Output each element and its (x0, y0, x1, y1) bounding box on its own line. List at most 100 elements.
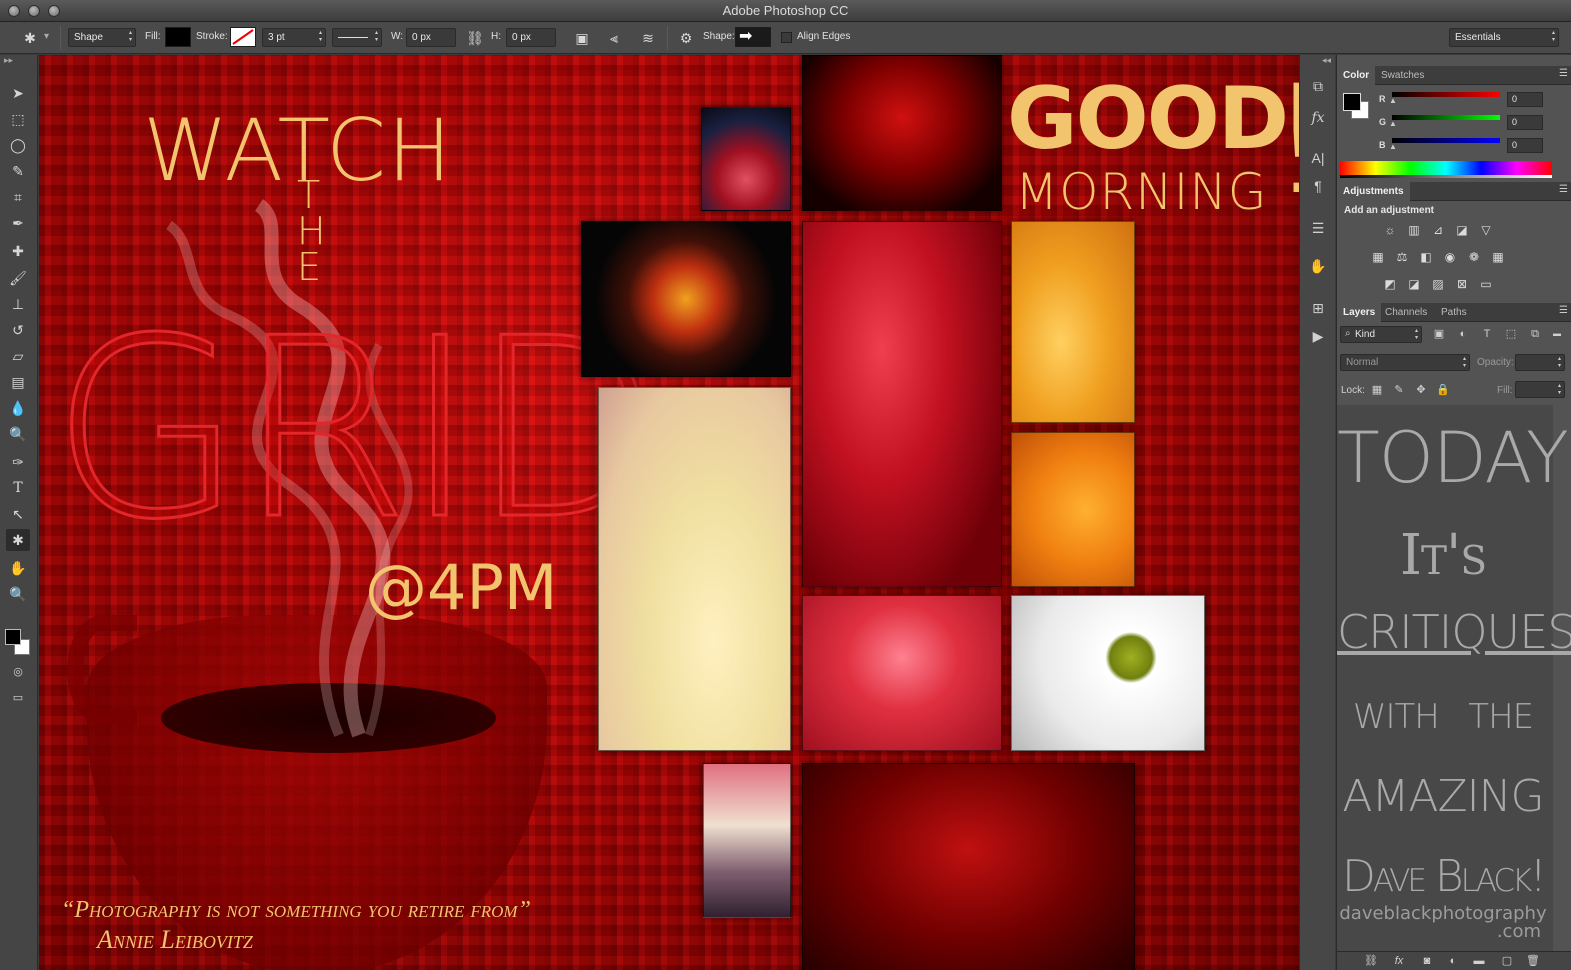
dodge-tool-icon[interactable]: 🔍 (6, 423, 30, 445)
green-value-field[interactable]: 0 (1507, 115, 1543, 130)
styles-fx-icon[interactable]: fx (1307, 107, 1329, 129)
tool-mode-select[interactable]: Shape (68, 28, 136, 47)
filter-adjustment-icon[interactable]: ◐ (1455, 326, 1471, 342)
tab-swatches[interactable]: Swatches (1375, 66, 1430, 85)
tab-adjustments[interactable]: Adjustments (1337, 182, 1410, 201)
opacity-field[interactable] (1515, 354, 1565, 371)
blue-value-field[interactable]: 0 (1507, 138, 1543, 153)
layers-menu-icon[interactable]: ☰ (1559, 305, 1568, 316)
filter-smart-object-icon[interactable]: ⧉ (1527, 326, 1543, 342)
healing-brush-tool-icon[interactable]: ✚ (6, 240, 30, 262)
red-slider-thumb[interactable]: ▲ (1389, 96, 1397, 105)
preset-dropdown-arrow-icon[interactable]: ▾ (44, 28, 49, 47)
link-layers-icon[interactable]: ⛓ (1363, 953, 1379, 969)
zoom-tool-icon[interactable]: 🔍 (6, 583, 30, 605)
photo-white-daisy[interactable] (1011, 595, 1205, 751)
posterize-icon[interactable]: ◪ (1405, 275, 1423, 293)
stroke-swatch[interactable] (230, 27, 256, 47)
properties-panel-icon[interactable]: ☰ (1307, 217, 1329, 239)
color-foreground-swatch[interactable] (1343, 93, 1361, 111)
stroke-type-select[interactable] (332, 28, 382, 47)
selective-color-icon[interactable]: ⊠ (1453, 275, 1471, 293)
marquee-tool-icon[interactable]: ⬚ (6, 108, 30, 130)
width-field[interactable]: 0 px (406, 28, 456, 47)
photo-macro-stamen[interactable] (701, 107, 791, 211)
add-mask-icon[interactable]: ◙ (1419, 953, 1435, 969)
photo-orange-flower[interactable] (1011, 432, 1135, 587)
hand-tool-icon[interactable]: ✋ (6, 557, 30, 579)
adjustments-menu-icon[interactable]: ☰ (1559, 184, 1568, 195)
eraser-tool-icon[interactable]: ▱ (6, 345, 30, 367)
history-panel-icon[interactable]: ⊞ (1307, 297, 1329, 319)
gear-icon[interactable]: ⚙ (676, 28, 696, 48)
type-tool-icon[interactable]: T (6, 477, 30, 499)
clone-stamp-tool-icon[interactable]: ⊥ (6, 293, 30, 315)
actions-play-icon[interactable]: ▶ (1307, 325, 1329, 347)
path-alignment-icon[interactable]: ⫷ (604, 28, 624, 48)
blur-tool-icon[interactable]: 💧 (6, 397, 30, 419)
paragraph-panel-icon[interactable]: ¶ (1307, 175, 1329, 197)
photo-spiky-red-flower[interactable] (802, 763, 1135, 970)
color-balance-icon[interactable]: ⚖ (1393, 248, 1411, 266)
tab-layers[interactable]: Layers (1337, 303, 1382, 322)
tab-color[interactable]: Color (1337, 66, 1376, 85)
path-arrangement-icon[interactable]: ≋ (638, 28, 658, 48)
fill-field[interactable] (1515, 381, 1565, 398)
vibrance-icon[interactable]: ▽ (1477, 221, 1495, 239)
character-panel-icon[interactable]: A| (1307, 147, 1329, 169)
lasso-tool-icon[interactable]: ◯ (6, 134, 30, 156)
lock-transparent-icon[interactable]: ▦ (1369, 382, 1385, 398)
photo-filter-icon[interactable]: ◉ (1441, 248, 1459, 266)
channel-mixer-icon[interactable]: ❁ (1465, 248, 1483, 266)
shape-picker[interactable]: ➡ (735, 27, 771, 47)
new-adjustment-layer-icon[interactable]: ◐ (1445, 953, 1461, 969)
blue-slider-thumb[interactable]: ▲ (1389, 142, 1397, 151)
brush-tool-icon[interactable]: 🖌 (6, 267, 30, 289)
screen-mode-icon[interactable]: ▭ (6, 687, 30, 709)
photo-lily-closeup[interactable] (598, 387, 791, 751)
lock-position-icon[interactable]: ✥ (1413, 382, 1429, 398)
custom-shape-tool-icon[interactable]: ✱ (6, 529, 30, 551)
eyedropper-tool-icon[interactable]: ✒ (6, 212, 30, 234)
history-brush-tool-icon[interactable]: ↺ (6, 319, 30, 341)
blend-mode-select[interactable]: Normal (1340, 354, 1470, 371)
tool-presets-icon[interactable]: ✋ (1307, 255, 1329, 277)
move-tool-icon[interactable]: ➤ (6, 82, 30, 104)
filter-pixel-icon[interactable]: ▣ (1431, 326, 1447, 342)
quick-mask-icon[interactable]: ◎ (6, 661, 30, 683)
path-selection-tool-icon[interactable]: ↖ (6, 503, 30, 525)
black-white-icon[interactable]: ◧ (1417, 248, 1435, 266)
panel-menu-icon[interactable]: ☰ (1559, 68, 1568, 79)
new-layer-icon[interactable]: ▢ (1499, 953, 1515, 969)
curves-icon[interactable]: ⊿ (1429, 221, 1447, 239)
height-field[interactable]: 0 px (506, 28, 556, 47)
delete-layer-icon[interactable]: 🗑 (1525, 953, 1541, 969)
photo-pink-hibiscus[interactable] (802, 595, 1002, 751)
filter-toggle-icon[interactable]: ▬ (1549, 326, 1565, 342)
photo-red-hibiscus[interactable] (802, 221, 1002, 587)
tab-paths[interactable]: Paths (1435, 303, 1473, 322)
tab-channels[interactable]: Channels (1379, 303, 1433, 322)
fill-swatch[interactable] (165, 27, 191, 47)
link-icon[interactable]: ⛓ (465, 28, 485, 48)
green-slider-thumb[interactable]: ▲ (1389, 119, 1397, 128)
invert-icon[interactable]: ◩ (1381, 275, 1399, 293)
exposure-icon[interactable]: ◪ (1453, 221, 1471, 239)
crop-tool-icon[interactable]: ⌗ (6, 186, 30, 208)
workspace-select[interactable]: Essentials (1449, 28, 1559, 47)
blue-slider[interactable] (1392, 138, 1500, 143)
brightness-contrast-icon[interactable]: ☼ (1381, 221, 1399, 239)
color-lookup-icon[interactable]: ▦ (1489, 248, 1507, 266)
gradient-tool-icon[interactable]: ▤ (6, 371, 30, 393)
photo-pink-macro[interactable] (703, 763, 791, 918)
threshold-icon[interactable]: ▨ (1429, 275, 1447, 293)
green-slider[interactable] (1392, 115, 1500, 120)
lock-all-icon[interactable]: 🔒 (1435, 382, 1451, 398)
document-canvas[interactable]: WATCH T H E GRID @4PM GOOD MORNING ! “Ph… (39, 55, 1299, 970)
layer-style-fx-icon[interactable]: fx (1391, 953, 1407, 969)
libraries-icon[interactable]: ⧉ (1307, 75, 1329, 97)
filter-type-icon[interactable]: T (1479, 326, 1495, 342)
hue-saturation-icon[interactable]: ▦ (1369, 248, 1387, 266)
stroke-width-field[interactable]: 3 pt (262, 28, 326, 47)
align-edges-checkbox[interactable] (781, 32, 792, 43)
